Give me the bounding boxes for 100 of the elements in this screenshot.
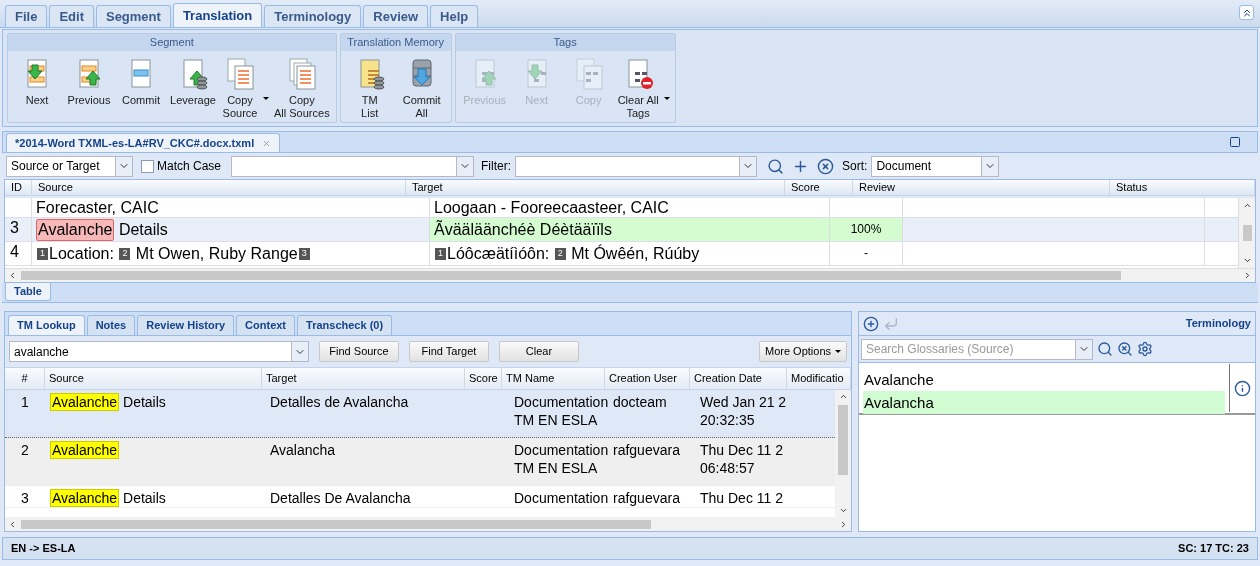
lookup-button[interactable]: Find Target xyxy=(409,341,489,362)
scope-select[interactable]: Source or Target xyxy=(6,155,133,177)
scroll-up-icon[interactable] xyxy=(838,392,848,401)
horizontal-scrollbar[interactable] xyxy=(5,268,1255,282)
sort-label: Sort: xyxy=(842,158,868,175)
scroll-left-icon[interactable] xyxy=(8,271,17,280)
horizontal-scrollbar[interactable] xyxy=(5,517,851,531)
column-header[interactable]: Source xyxy=(45,368,262,389)
panel-tab[interactable]: Review History xyxy=(137,315,235,335)
column-header[interactable]: Status xyxy=(1110,180,1255,195)
segment-counts: SC: 17 TC: 23 xyxy=(1178,541,1249,557)
tm-row[interactable]: 1 Avalanche Details Detalles de Avalancha Documentation TM EN ESLA docteam Wed Jan 21 2 20:32:35 xyxy=(5,390,835,438)
checkbox[interactable] xyxy=(141,159,154,173)
term-entry[interactable]: Avalanche xyxy=(863,368,1225,391)
scroll-thumb[interactable] xyxy=(838,405,848,475)
ribbon-button[interactable]: TM List xyxy=(344,57,395,120)
tm-row[interactable]: 3 Avalanche Details Detalles De Avalancha Documentation rafguevara Thu Dec 11 2 xyxy=(5,486,835,508)
menu-tab[interactable]: Review xyxy=(363,5,429,27)
vertical-scrollbar[interactable] xyxy=(1238,198,1255,268)
segment-text: Ãvääläänchéè Déètääïïls xyxy=(434,219,612,240)
ribbon-button[interactable]: Previous xyxy=(64,57,114,107)
scroll-up-icon[interactable] xyxy=(1242,201,1252,210)
tm-name: Documentation xyxy=(514,490,609,506)
row-number: 1 xyxy=(21,394,29,410)
scroll-thumb[interactable] xyxy=(21,271,1121,280)
settings-icon[interactable] xyxy=(1137,341,1153,357)
column-header[interactable]: Creation Date xyxy=(690,368,787,389)
ribbon-button[interactable]: Commit All xyxy=(396,57,447,120)
tm-row[interactable]: 2 Avalanche Avalancha Documentation TM EN ESLA rafguevara Thu Dec 11 2 06:48:57 xyxy=(5,438,835,486)
segment-row[interactable]: 3 Avalanche Details Ãvääläänchéè Déètääïïls 100% xyxy=(5,218,1238,242)
vertical-scrollbar[interactable] xyxy=(835,390,851,517)
scroll-down-icon[interactable] xyxy=(838,506,848,515)
segment-text: Location: xyxy=(49,243,115,264)
panel-tab[interactable]: TM Lookup xyxy=(8,315,85,335)
menu-tab[interactable]: File xyxy=(5,5,48,27)
column-header[interactable]: ID xyxy=(5,180,32,195)
lookup-field[interactable]: avalanche xyxy=(9,341,309,362)
target-text: Detalles De Avalancha xyxy=(270,490,411,506)
more-options-button[interactable]: More Options xyxy=(758,341,847,362)
column-header[interactable]: Creation User xyxy=(605,368,690,389)
scroll-thumb[interactable] xyxy=(1242,225,1252,241)
segment-row[interactable]: 4 1 Location: 2 Mt Owen, Ruby Range 3 1 Lóôcæätíìóôn: 2 Mt Ówêén, Rúúby - xyxy=(5,242,1238,266)
add-icon[interactable] xyxy=(863,315,879,332)
column-header[interactable]: Target xyxy=(406,180,785,195)
column-header[interactable]: Modificatio xyxy=(787,368,851,389)
menu-tab[interactable]: Terminology xyxy=(264,5,362,27)
term-entry[interactable]: Avalancha xyxy=(863,391,1225,414)
term-highlight: Avalanche xyxy=(36,218,115,241)
tag-marker: 2 xyxy=(119,247,131,260)
scroll-down-icon[interactable] xyxy=(1242,256,1252,265)
segment-text: Mt Owen, Ruby Range xyxy=(134,243,298,264)
collapse-button[interactable] xyxy=(1239,5,1254,20)
segment-text: Loogaan - Fooreecaasteer, CAIC xyxy=(434,198,669,218)
tag-marker: 3 xyxy=(298,247,310,260)
ribbon-button[interactable]: Copy Source xyxy=(220,57,270,120)
creation-date: Thu Dec 11 2 06:48:57 xyxy=(700,442,783,476)
ribbon-button[interactable]: Next xyxy=(12,57,62,107)
maximize-icon[interactable] xyxy=(1229,136,1241,148)
scroll-thumb[interactable] xyxy=(21,519,651,529)
panel-tab[interactable]: Context xyxy=(236,315,296,335)
row-number: 3 xyxy=(21,490,29,506)
column-header[interactable]: # xyxy=(5,368,45,389)
column-header[interactable]: Target xyxy=(262,368,465,389)
search-field[interactable] xyxy=(231,155,475,177)
column-header[interactable]: TM Name xyxy=(502,368,605,389)
scroll-right-icon[interactable] xyxy=(1243,271,1252,280)
sort-select[interactable]: Document xyxy=(871,155,1000,177)
segment-text: Details xyxy=(122,394,166,410)
column-header[interactable]: Review xyxy=(853,180,1110,195)
ribbon-button[interactable]: Leverage xyxy=(168,57,218,107)
menu-tab[interactable]: Translation xyxy=(172,3,263,27)
filter-field[interactable] xyxy=(515,155,758,177)
row-id: 4 xyxy=(10,243,19,260)
clear-search-icon[interactable] xyxy=(1117,341,1133,357)
scroll-right-icon[interactable] xyxy=(839,519,848,529)
scroll-left-icon[interactable] xyxy=(8,519,17,529)
ribbon-button[interactable]: Clear All Tags xyxy=(615,57,671,120)
lookup-button[interactable]: Find Source xyxy=(319,341,399,362)
column-header[interactable]: Score xyxy=(465,368,502,389)
panel-tab[interactable]: Notes xyxy=(86,315,136,335)
panel-tab[interactable]: Transcheck (0) xyxy=(297,315,393,335)
search-icon[interactable] xyxy=(767,157,785,175)
checkbox-label: Match Case xyxy=(157,158,222,175)
document-tab[interactable]: *2014-Word TXML-es-LA#RV_CKC#.docx.txml xyxy=(6,133,281,152)
segment-text: Details xyxy=(122,490,166,506)
menu-tab[interactable]: Segment xyxy=(95,5,171,27)
info-icon[interactable] xyxy=(1234,379,1251,397)
search-icon[interactable] xyxy=(1097,341,1113,357)
column-header[interactable]: Source xyxy=(32,180,406,195)
tag-marker: 1 xyxy=(435,247,446,260)
menu-tab[interactable]: Help xyxy=(430,5,479,27)
ribbon-button[interactable]: Copy All Sources xyxy=(272,57,332,120)
menu-tab[interactable]: Edit xyxy=(49,5,94,27)
term-highlight: Avalanche xyxy=(50,489,120,507)
clear-icon[interactable] xyxy=(817,157,835,175)
segment-row[interactable]: Forecaster, CAIC Loogaan - Fooreecaasteer, CAIC xyxy=(5,198,1238,218)
ribbon-button[interactable]: Commit xyxy=(116,57,166,107)
lookup-button[interactable]: Clear xyxy=(499,341,579,362)
view-tab[interactable]: Table xyxy=(5,283,51,301)
column-header[interactable]: Score xyxy=(785,180,853,195)
